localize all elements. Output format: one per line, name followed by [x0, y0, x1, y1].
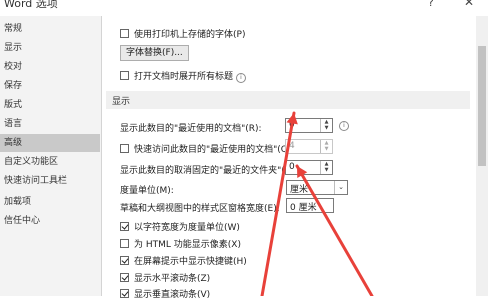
annotation-arrows [260, 111, 374, 296]
arrow-to-unpinned-folders-shaft [295, 164, 374, 296]
arrow-to-recent-docs-shaft [260, 111, 296, 296]
